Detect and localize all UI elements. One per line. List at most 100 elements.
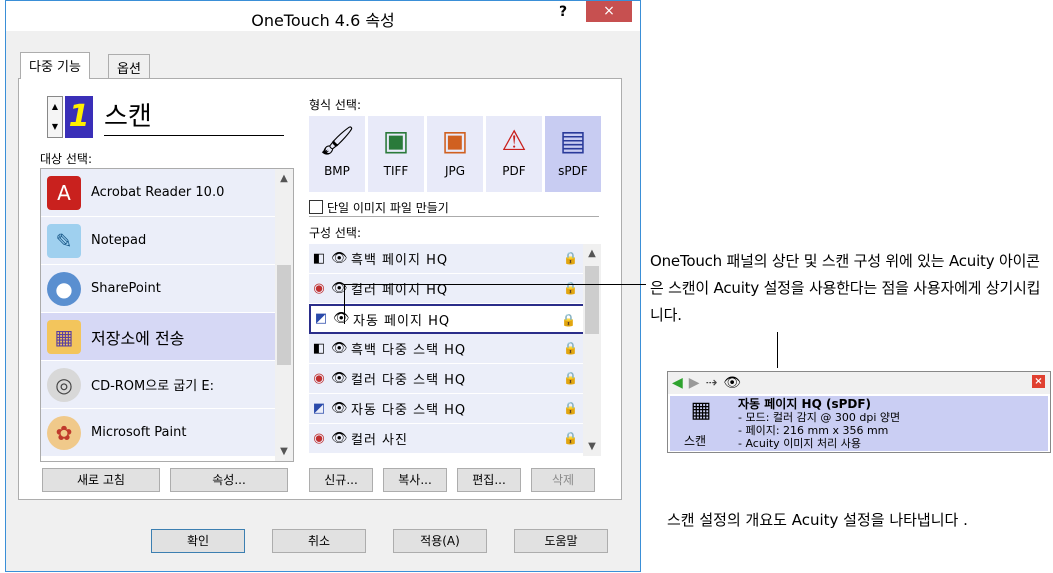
- config-label-bw-stack: 흑백 다중 스택 HQ: [351, 343, 467, 358]
- folder-icon[interactable]: ▦: [682, 398, 720, 426]
- destination-label-cd-burn: CD-ROM으로 굽기 E:: [91, 379, 214, 394]
- ok-button[interactable]: 확인: [151, 529, 245, 553]
- mini-heading: 자동 페이지 HQ (sPDF): [738, 397, 872, 411]
- config-scrollbar[interactable]: ▲ ▼: [583, 244, 601, 456]
- scroll-down-icon[interactable]: ▼: [275, 446, 293, 457]
- config-item-bw-page[interactable]: ◧ 👁 흑백 페이지 HQ 🔒: [309, 244, 601, 274]
- format-selector: 🖌 BMP ▣ TIFF ▣ JPG ⚠ PDF ▤ sPDF: [309, 116, 601, 192]
- destination-item-cd-burn[interactable]: ◎ CD-ROM으로 굽기 E:: [41, 361, 293, 409]
- folder-icon: ▦: [47, 319, 81, 354]
- format-label: 형식 선택:: [309, 98, 362, 112]
- edit-button[interactable]: 편집...: [457, 468, 521, 492]
- tab-multifunction[interactable]: 다중 기능: [20, 52, 90, 79]
- destination-item-sharepoint[interactable]: ● SharePoint: [41, 265, 293, 313]
- single-image-label: 단일 이미지 파일 만들기: [327, 201, 449, 215]
- mini-close-icon[interactable]: ×: [1032, 375, 1045, 388]
- bw-icon: ◧: [312, 340, 326, 356]
- tab-options[interactable]: 옵션: [108, 54, 150, 78]
- bmp-icon: 🖌: [319, 124, 355, 157]
- spin-down-icon[interactable]: ▼: [48, 117, 62, 137]
- config-item-color-page[interactable]: ◉ 👁 컬러 페이지 HQ 🔒: [309, 274, 601, 304]
- forward-arrow-icon[interactable]: ▶: [689, 375, 700, 391]
- format-bmp[interactable]: 🖌 BMP: [309, 116, 365, 192]
- config-label-color-page: 컬러 페이지 HQ: [351, 283, 449, 298]
- destination-label-transfer-storage: 저장소에 전송: [91, 328, 185, 348]
- format-spdf[interactable]: ▤ sPDF: [545, 116, 601, 192]
- scan-beam-icon: ⇢: [705, 375, 718, 391]
- properties-button[interactable]: 속성...: [170, 468, 288, 492]
- refresh-button[interactable]: 새로 고침: [42, 468, 160, 492]
- divider: [309, 216, 599, 217]
- callout-leader-line-vertical: [344, 284, 345, 324]
- scroll-thumb[interactable]: [585, 266, 599, 334]
- destination-item-acrobat[interactable]: A Acrobat Reader 10.0: [41, 169, 293, 217]
- destination-item-transfer-storage[interactable]: ▦ 저장소에 전송: [41, 313, 293, 361]
- destination-item-notepad[interactable]: ✎ Notepad: [41, 217, 293, 265]
- config-item-color-photo[interactable]: ◉ 👁 컬러 사진 🔒: [309, 424, 601, 454]
- callout-pointer-line: [777, 332, 778, 368]
- mini-scan-label: 스캔: [684, 434, 707, 448]
- config-label-auto-page: 자동 페이지 HQ: [353, 313, 451, 329]
- back-arrow-icon[interactable]: ◀: [672, 375, 683, 391]
- config-list[interactable]: ◧ 👁 흑백 페이지 HQ 🔒 ◉ 👁 컬러 페이지 HQ 🔒 ◩ 👁 자동 페…: [309, 244, 601, 456]
- mini-panel-body: ▦ 스캔 자동 페이지 HQ (sPDF) - 모드: 컬러 감지 @ 300 …: [670, 396, 1048, 451]
- help-button[interactable]: ?: [552, 4, 574, 24]
- format-tiff[interactable]: ▣ TIFF: [368, 116, 424, 192]
- config-item-auto-stack[interactable]: ◩ 👁 자동 다중 스택 HQ 🔒: [309, 394, 601, 424]
- mini-page-line: - 페이지: 216 mm x 356 mm: [738, 424, 889, 437]
- callout-summary: 스캔 설정의 개요도 Acuity 설정을 나타냅니다 .: [667, 511, 968, 529]
- destination-label-notepad: Notepad: [91, 233, 147, 248]
- apply-button[interactable]: 적용(A): [393, 529, 487, 553]
- single-image-checkbox[interactable]: [309, 200, 323, 214]
- notepad-icon: ✎: [47, 223, 81, 258]
- color-icon: ◉: [313, 280, 325, 296]
- lock-icon: 🔒: [561, 313, 576, 327]
- scroll-up-icon[interactable]: ▲: [275, 173, 293, 184]
- config-item-color-stack[interactable]: ◉ 👁 컬러 다중 스택 HQ 🔒: [309, 364, 601, 394]
- config-label-auto-stack: 자동 다중 스택 HQ: [351, 403, 467, 418]
- mini-acuity-line: - Acuity 이미지 처리 사용: [738, 437, 862, 450]
- mini-mode-line: - 모드: 컬러 감지 @ 300 dpi 양면: [738, 411, 901, 424]
- scroll-down-icon[interactable]: ▼: [583, 441, 601, 452]
- cd-icon: ◎: [47, 367, 81, 402]
- acuity-eye-icon: 👁: [331, 430, 348, 446]
- paint-icon: ✿: [47, 415, 81, 450]
- copy-button[interactable]: 복사...: [383, 468, 447, 492]
- spin-up-icon[interactable]: ▲: [48, 97, 62, 117]
- format-name-pdf: PDF: [502, 164, 526, 178]
- destination-label-acrobat: Acrobat Reader 10.0: [91, 185, 225, 200]
- new-button[interactable]: 신규...: [309, 468, 373, 492]
- acrobat-icon: A: [47, 175, 81, 210]
- title-bar: OneTouch 4.6 속성 ? ×: [6, 1, 640, 31]
- tiff-icon: ▣: [382, 124, 410, 157]
- config-item-bw-stack[interactable]: ◧ 👁 흑백 다중 스택 HQ 🔒: [309, 334, 601, 364]
- cancel-button[interactable]: 취소: [272, 529, 366, 553]
- format-jpg[interactable]: ▣ JPG: [427, 116, 483, 192]
- format-name-tiff: TIFF: [383, 164, 409, 178]
- mini-panel-toolbar: ◀ ▶ ⇢ 👁 ×: [668, 372, 1050, 394]
- scroll-up-icon[interactable]: ▲: [583, 248, 601, 259]
- spdf-icon: ▤: [559, 124, 587, 157]
- lock-icon: 🔒: [563, 251, 578, 265]
- format-pdf[interactable]: ⚠ PDF: [486, 116, 542, 192]
- destination-label: 대상 선택:: [40, 152, 93, 166]
- delete-button[interactable]: 삭제: [531, 468, 595, 492]
- auto-icon: ◩: [314, 311, 328, 326]
- destination-list[interactable]: A Acrobat Reader 10.0 ✎ Notepad ● ShareP…: [40, 168, 294, 462]
- lock-icon: 🔒: [563, 371, 578, 385]
- scroll-thumb[interactable]: [277, 265, 291, 365]
- acuity-eye-icon: 👁: [331, 340, 348, 356]
- config-item-auto-page[interactable]: ◩ 👁 자동 페이지 HQ 🔒: [309, 304, 601, 334]
- destination-scrollbar[interactable]: ▲ ▼: [275, 169, 293, 461]
- mini-scan-summary: 자동 페이지 HQ (sPDF) - 모드: 컬러 감지 @ 300 dpi 양…: [738, 397, 901, 451]
- help-dialog-button[interactable]: 도움말: [514, 529, 608, 553]
- format-name-bmp: BMP: [324, 164, 350, 178]
- onetouch-mini-panel: ◀ ▶ ⇢ 👁 × ▦ 스캔 자동 페이지 HQ (sPDF) - 모드: 컬러…: [667, 371, 1051, 453]
- config-label-color-stack: 컬러 다중 스택 HQ: [351, 373, 467, 388]
- format-name-jpg: JPG: [444, 164, 466, 178]
- close-button[interactable]: ×: [586, 1, 632, 22]
- destination-label-paint: Microsoft Paint: [91, 425, 187, 440]
- destination-item-paint[interactable]: ✿ Microsoft Paint: [41, 409, 293, 457]
- button-number-spinner[interactable]: ▲ ▼: [47, 96, 63, 138]
- acuity-eye-icon: 👁: [333, 311, 350, 326]
